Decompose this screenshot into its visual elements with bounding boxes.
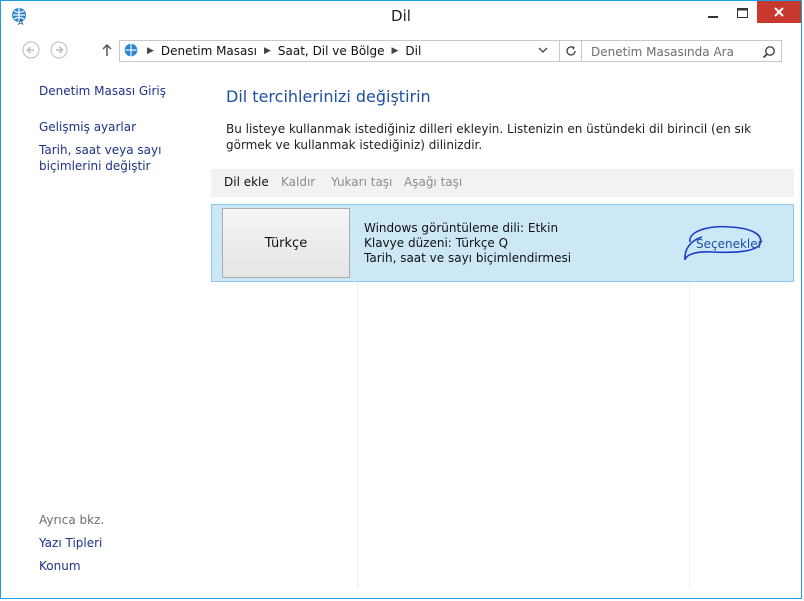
close-icon xyxy=(774,7,784,17)
forward-button[interactable] xyxy=(49,40,69,60)
language-name-button[interactable]: Türkçe xyxy=(222,208,350,278)
sidebar-link-advanced-settings[interactable]: Gelişmiş ayarlar xyxy=(39,119,136,135)
search-input[interactable] xyxy=(589,42,763,62)
search-icon[interactable] xyxy=(762,45,776,59)
language-toolbar: Dil ekle Kaldır Yukarı taşı Aşağı taşı xyxy=(211,169,794,197)
chevron-right-icon: ▶ xyxy=(391,46,399,56)
minimize-button[interactable] xyxy=(696,1,730,25)
see-also-header: Ayrıca bkz. xyxy=(39,513,105,527)
move-up-button[interactable]: Yukarı taşı xyxy=(331,175,392,189)
chevron-right-icon: ▶ xyxy=(147,46,154,56)
keyboard-layout: Klavye düzeni: Türkçe Q xyxy=(364,236,509,250)
close-button[interactable] xyxy=(757,1,801,23)
maximize-button[interactable] xyxy=(730,1,755,25)
column-divider xyxy=(689,283,690,588)
up-button[interactable] xyxy=(97,40,117,60)
remove-button[interactable]: Kaldır xyxy=(281,175,315,189)
chevron-right-icon: ▶ xyxy=(263,46,271,56)
column-divider xyxy=(357,283,358,588)
display-language-status: Windows görüntüleme dili: Etkin xyxy=(364,221,559,235)
forward-arrow-icon xyxy=(50,41,68,59)
back-button[interactable] xyxy=(21,40,41,60)
minimize-icon xyxy=(708,16,718,18)
address-box[interactable]: ▶ Denetim Masası ▶ Saat, Dil ve Bölge ▶ … xyxy=(119,40,560,62)
language-details: Windows görüntüleme dili: Etkin Klavye d… xyxy=(364,221,571,266)
sidebar-link-date-time-formats[interactable]: Tarih, saat veya sayı biçimlerini değişt… xyxy=(39,142,209,174)
back-arrow-icon xyxy=(22,41,40,59)
sidebar-link-location[interactable]: Konum xyxy=(39,558,81,574)
refresh-icon xyxy=(565,46,576,56)
maximize-icon xyxy=(737,8,748,18)
page-description: Bu listeye kullanmak istediğiniz dilleri… xyxy=(226,122,752,152)
language-list-item[interactable]: Türkçe Windows görüntüleme dili: Etkin K… xyxy=(211,204,794,282)
title-bar[interactable]: A Dil xyxy=(1,1,801,33)
chevron-down-icon xyxy=(538,47,548,53)
address-dropdown-button[interactable] xyxy=(535,41,551,59)
options-link[interactable]: Seçenekler xyxy=(696,237,763,251)
up-arrow-icon xyxy=(102,43,112,56)
breadcrumb-language[interactable]: Dil xyxy=(405,44,421,58)
language-window: A Dil ▶ Denetim Masası ▶ Saat, Dil ve Bö… xyxy=(0,0,802,599)
breadcrumb-clock-language-region[interactable]: Saat, Dil ve Bölge xyxy=(278,44,385,58)
refresh-button[interactable] xyxy=(560,40,582,62)
sidebar-link-fonts[interactable]: Yazı Tipleri xyxy=(39,535,102,551)
search-box xyxy=(581,40,782,62)
page-title: Dil tercihlerinizi değiştirin xyxy=(226,87,431,106)
window-title: Dil xyxy=(391,7,411,25)
address-toolbar: ▶ Denetim Masası ▶ Saat, Dil ve Bölge ▶ … xyxy=(13,37,793,65)
control-panel-icon xyxy=(124,43,138,57)
move-down-button[interactable]: Aşağı taşı xyxy=(404,175,462,189)
sidebar-link-control-panel-home[interactable]: Denetim Masası Giriş xyxy=(39,83,166,99)
add-language-button[interactable]: Dil ekle xyxy=(224,175,269,189)
breadcrumb-control-panel[interactable]: Denetim Masası xyxy=(161,44,257,58)
date-time-format: Tarih, saat ve sayı biçimlendirmesi xyxy=(364,251,572,265)
